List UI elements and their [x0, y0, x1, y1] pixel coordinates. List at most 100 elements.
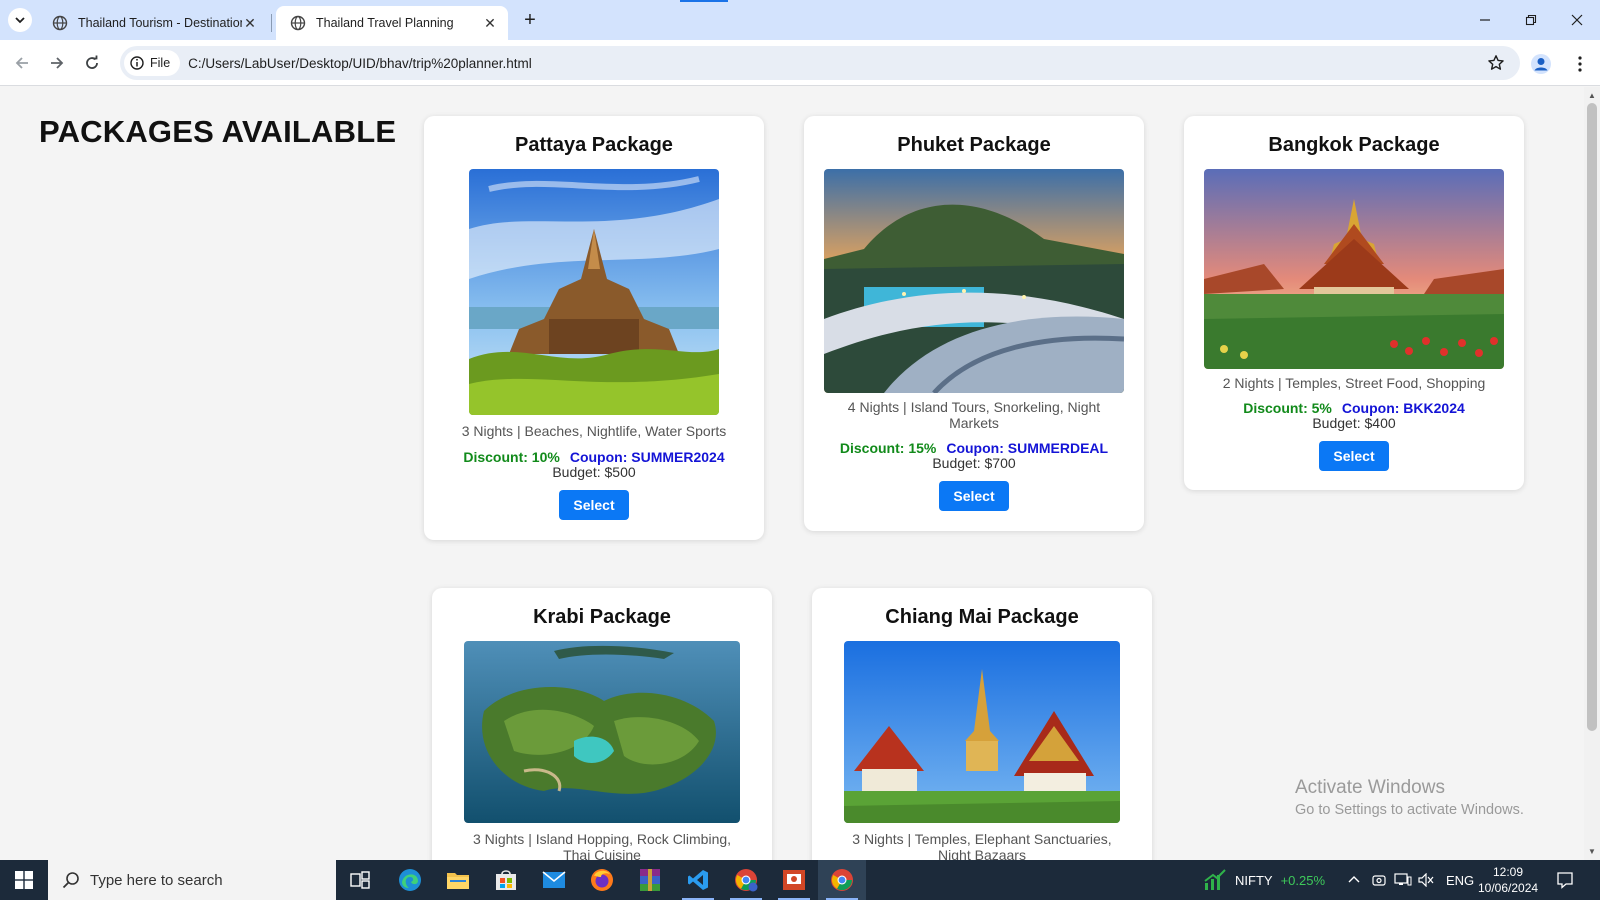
chrome-profile-app-button[interactable] — [722, 860, 770, 900]
arrow-left-icon — [15, 57, 28, 69]
select-pattaya-button[interactable]: Select — [559, 490, 629, 520]
site-chip-label: File — [150, 56, 171, 70]
language-indicator[interactable]: ENG — [1446, 860, 1474, 900]
loading-indicator — [680, 0, 728, 2]
watermark-subtitle: Go to Settings to activate Windows. — [1295, 802, 1524, 818]
scroll-down-icon[interactable]: ▼ — [1588, 847, 1596, 856]
close-icon — [1571, 14, 1583, 26]
vscode-app-button[interactable] — [674, 860, 722, 900]
show-hidden-icons-button[interactable] — [1348, 860, 1360, 900]
camera-icon — [1372, 875, 1386, 886]
scroll-up-icon[interactable]: ▲ — [1588, 91, 1596, 100]
network-icon — [1394, 873, 1412, 886]
meet-now-button[interactable] — [1372, 860, 1386, 900]
reload-icon — [86, 55, 98, 69]
page-scrollbar[interactable]: ▲ ▼ — [1584, 87, 1600, 860]
edge-icon — [399, 869, 421, 891]
task-view-button[interactable] — [336, 860, 384, 900]
budget-label: Budget: $400 — [1312, 415, 1396, 431]
new-tab-button[interactable]: + — [518, 8, 542, 32]
package-description: 2 Nights | Temples, Street Food, Shoppin… — [1222, 375, 1486, 391]
mail-icon — [542, 871, 566, 888]
tab-title: Thailand Tourism - Destinations — [78, 16, 242, 30]
url-text[interactable]: C:/Users/LabUser/Desktop/UID/bhav/trip%2… — [188, 56, 1482, 71]
watermark-title: Activate Windows — [1295, 777, 1445, 798]
package-card-krabi: Krabi Package 3 Nights | Island Hopping,… — [432, 588, 772, 860]
mail-app-button[interactable] — [530, 860, 578, 900]
edge-app-button[interactable] — [386, 860, 434, 900]
package-description: 3 Nights | Island Hopping, Rock Climbing… — [472, 831, 732, 860]
package-photo-phuket — [824, 169, 1124, 393]
select-bangkok-button[interactable]: Select — [1319, 441, 1389, 471]
coupon-label: Coupon: SUMMERDEAL — [946, 440, 1109, 456]
site-info-chip[interactable]: File — [124, 50, 181, 76]
address-bar[interactable]: File C:/Users/LabUser/Desktop/UID/bhav/t… — [120, 46, 1520, 80]
winrar-app-button[interactable] — [626, 860, 674, 900]
close-tab-icon[interactable]: ✕ — [482, 15, 498, 31]
firefox-app-button[interactable] — [578, 860, 626, 900]
tab-search-button[interactable] — [8, 8, 32, 32]
coupon-label: Coupon: SUMMER2024 — [569, 449, 725, 465]
reload-button[interactable] — [78, 49, 106, 77]
store-app-button[interactable] — [482, 860, 530, 900]
file-explorer-button[interactable] — [434, 860, 482, 900]
chrome-app-button[interactable] — [818, 860, 866, 900]
bookmark-button[interactable] — [1482, 49, 1510, 77]
chevron-up-icon — [1348, 876, 1360, 883]
package-card-bangkok: Bangkok Package 2 Nights | Temples, Stre… — [1184, 116, 1524, 490]
volume-button[interactable] — [1418, 860, 1434, 900]
folder-icon — [447, 873, 469, 889]
close-tab-icon[interactable]: ✕ — [242, 15, 258, 31]
presentation-app-button[interactable] — [770, 860, 818, 900]
select-phuket-button[interactable]: Select — [939, 481, 1009, 511]
budget-label: Budget: $500 — [552, 464, 636, 480]
close-window-button[interactable] — [1554, 0, 1600, 40]
package-title: Bangkok Package — [1268, 134, 1440, 156]
tab-travel-planning[interactable]: Thailand Travel Planning ✕ — [276, 6, 508, 40]
package-title: Chiang Mai Package — [885, 606, 1079, 628]
info-icon — [130, 56, 144, 70]
notifications-button[interactable] — [1556, 860, 1574, 900]
tab-thailand-tourism[interactable]: Thailand Tourism - Destinations ✕ — [38, 6, 268, 40]
package-description: 3 Nights | Temples, Elephant Sanctuaries… — [852, 831, 1112, 860]
back-button[interactable] — [8, 49, 36, 77]
package-card-chiang-mai: Chiang Mai Package 3 Nights | Temples, E… — [812, 588, 1152, 860]
discount-label: Discount: 10% — [463, 449, 560, 465]
minimize-button[interactable] — [1462, 0, 1508, 40]
package-offers: Discount: 10% Coupon: SUMMER2024 — [424, 449, 764, 465]
vscode-icon — [688, 870, 708, 890]
stock-change: +0.25% — [1280, 872, 1326, 888]
more-vertical-icon — [1578, 56, 1582, 72]
minimize-icon — [1480, 19, 1490, 21]
arrow-right-icon — [51, 57, 64, 69]
package-description: 4 Nights | Island Tours, Snorkeling, Nig… — [847, 399, 1101, 431]
package-offers: Discount: 5% Coupon: BKK2024 — [1184, 400, 1524, 416]
taskbar-search-placeholder: Type here to search — [90, 871, 223, 889]
chrome-profile-icon — [735, 869, 758, 892]
taskbar-search[interactable]: Type here to search — [48, 860, 336, 900]
browser-tab-bar: Thailand Tourism - Destinations ✕ Thaila… — [0, 0, 1600, 40]
search-icon — [62, 872, 79, 889]
browser-menu-button[interactable] — [1568, 51, 1592, 77]
profile-button[interactable] — [1528, 51, 1554, 77]
restore-icon — [1525, 14, 1537, 26]
stock-widget[interactable]: NIFTY +0.25% — [1203, 860, 1325, 900]
forward-button[interactable] — [43, 49, 71, 77]
package-title: Pattaya Package — [515, 134, 673, 156]
restore-button[interactable] — [1508, 0, 1554, 40]
system-clock[interactable]: 12:09 10/06/2024 — [1478, 864, 1538, 896]
volume-muted-icon — [1418, 873, 1434, 887]
clock-date: 10/06/2024 — [1478, 881, 1539, 895]
globe-icon — [52, 15, 68, 31]
network-button[interactable] — [1394, 860, 1412, 900]
discount-label: Discount: 15% — [839, 440, 937, 456]
budget-label: Budget: $700 — [932, 455, 1016, 471]
windows-logo-icon — [15, 871, 33, 889]
page-viewport: PACKAGES AVAILABLE Pattaya Package 3 Nig… — [0, 87, 1584, 860]
star-icon — [1488, 55, 1504, 70]
presentation-icon — [783, 870, 805, 890]
start-button[interactable] — [0, 860, 48, 900]
clock-time: 12:09 — [1492, 865, 1524, 879]
scroll-thumb[interactable] — [1587, 103, 1597, 731]
store-icon — [496, 870, 516, 890]
